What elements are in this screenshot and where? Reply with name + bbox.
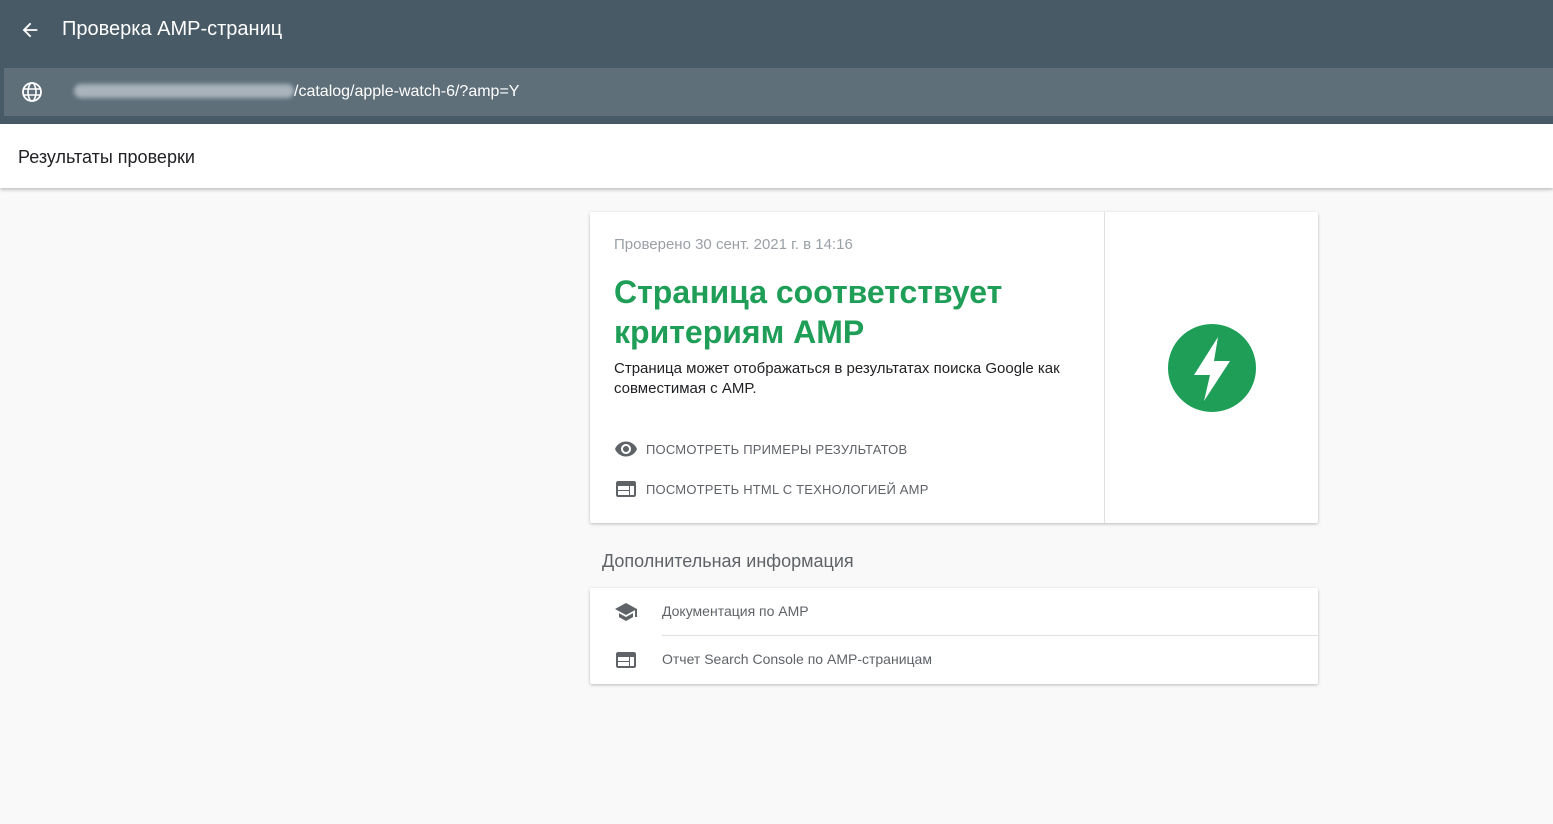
url-text: /catalog/apple-watch-6/?amp=Y [294,83,520,100]
app-bar: Проверка AMP-страниц [0,0,1553,68]
web-icon [614,648,638,672]
url-field[interactable]: /catalog/apple-watch-6/?amp=Y [4,68,1553,116]
school-icon [614,600,638,624]
globe-icon [22,82,42,102]
verdict-heading: Страница соответствует критериям AMP [614,274,1003,350]
additional-info-card: Документация по AMP Отчет Search Console… [590,588,1318,684]
verdict-card-content: Проверено 30 сент. 2021 г. в 14:16 Стран… [590,212,1105,523]
search-console-report-label: Отчет Search Console по AMP-страницам [662,651,932,667]
view-amp-html-button[interactable]: ПОСМОТРЕТЬ HTML С ТЕХНОЛОГИЕЙ AMP [614,477,929,501]
view-amp-html-label: ПОСМОТРЕТЬ HTML С ТЕХНОЛОГИЕЙ AMP [646,481,929,497]
amp-docs-link[interactable]: Документация по AMP [590,588,1318,636]
checked-date: Проверено 30 сент. 2021 г. в 14:16 [614,236,853,253]
view-results-label: ПОСМОТРЕТЬ ПРИМЕРЫ РЕЗУЛЬТАТОВ [646,441,908,457]
web-icon [614,477,638,501]
url-domain-redacted [74,84,294,98]
search-console-report-link[interactable]: Отчет Search Console по AMP-страницам [590,636,1318,684]
additional-info-title: Дополнительная информация [602,551,854,571]
amp-lightning-icon [1168,324,1256,412]
back-button[interactable] [14,14,46,46]
view-results-button[interactable]: ПОСМОТРЕТЬ ПРИМЕРЫ РЕЗУЛЬТАТОВ [614,437,907,461]
amp-docs-label: Документация по AMP [662,603,809,619]
app-title: Проверка AMP-страниц [62,18,283,40]
results-title: Результаты проверки [18,147,195,167]
verdict-description: Страница может отображаться в результата… [614,360,1060,397]
verdict-card: Проверено 30 сент. 2021 г. в 14:16 Стран… [590,212,1318,523]
eye-icon [614,437,638,461]
results-header: Результаты проверки [0,124,1553,188]
url-bar: /catalog/apple-watch-6/?amp=Y [0,68,1553,124]
arrow-back-icon [22,22,38,38]
